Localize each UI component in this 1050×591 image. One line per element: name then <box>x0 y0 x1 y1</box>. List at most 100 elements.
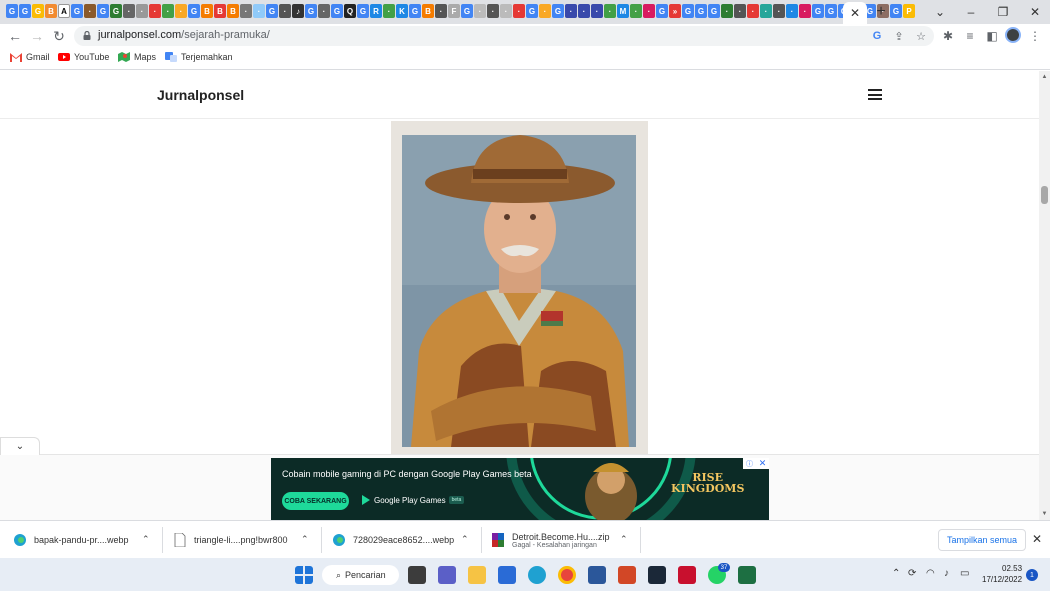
tab-favicon[interactable]: G <box>19 4 31 18</box>
minimize-button[interactable]: – <box>962 3 980 21</box>
tab-favicon[interactable]: Q <box>344 4 356 18</box>
sync-icon[interactable]: ⟳ <box>908 568 916 579</box>
show-all-downloads-button[interactable]: Tampilkan semua <box>938 529 1026 551</box>
edge-icon[interactable] <box>528 566 546 584</box>
tab-favicon[interactable]: G <box>812 4 824 18</box>
tab-favicon[interactable]: · <box>136 4 148 18</box>
mcafee-icon[interactable] <box>678 566 696 584</box>
tab-favicon[interactable]: B <box>45 4 57 18</box>
hamburger-menu-icon[interactable] <box>868 89 882 100</box>
tab-favicon[interactable]: · <box>799 4 811 18</box>
tab-favicon[interactable]: · <box>383 4 395 18</box>
tab-favicon[interactable]: · <box>513 4 525 18</box>
scrollbar-thumb[interactable] <box>1041 186 1048 204</box>
extensions-puzzle-icon[interactable]: ✱ <box>939 27 957 45</box>
chevron-up-icon[interactable]: ⌃ <box>461 534 469 545</box>
download-item[interactable]: 728029eace8652....webp <box>333 521 454 559</box>
tab-favicon[interactable]: · <box>747 4 759 18</box>
tab-favicon[interactable]: · <box>149 4 161 18</box>
side-panel-icon[interactable]: ◧ <box>983 27 1001 45</box>
profile-avatar[interactable] <box>1005 27 1021 43</box>
powerpoint-icon[interactable] <box>618 566 636 584</box>
tab-favicon[interactable]: G <box>552 4 564 18</box>
tab-favicon[interactable]: · <box>487 4 499 18</box>
tab-favicon[interactable]: M <box>617 4 629 18</box>
tab-favicon[interactable]: F <box>448 4 460 18</box>
tab-favicon[interactable]: · <box>565 4 577 18</box>
bookmark-youtube[interactable]: YouTube <box>58 52 109 62</box>
chevron-up-icon[interactable]: ⌃ <box>301 534 309 545</box>
tab-search-icon[interactable]: ⌄ <box>931 3 949 21</box>
ad-info-icon[interactable]: ⓘ <box>743 458 756 469</box>
file-explorer-icon[interactable] <box>468 566 486 584</box>
tab-favicon[interactable]: · <box>162 4 174 18</box>
tab-favicon[interactable]: · <box>604 4 616 18</box>
tab-favicon[interactable]: · <box>786 4 798 18</box>
tab-favicon[interactable]: » <box>669 4 681 18</box>
chevron-up-icon[interactable]: ⌃ <box>142 534 150 545</box>
google-lens-icon[interactable]: G <box>869 28 885 44</box>
close-window-button[interactable]: ✕ <box>1026 3 1044 21</box>
wifi-icon[interactable]: ◠ <box>926 568 935 579</box>
tab-favicon[interactable]: B <box>422 4 434 18</box>
tab-favicon[interactable]: B <box>214 4 226 18</box>
tab-favicon[interactable]: A <box>58 4 70 18</box>
download-item[interactable]: bapak-pandu-pr....webp <box>14 521 129 559</box>
tab-favicon[interactable]: G <box>357 4 369 18</box>
restore-button[interactable]: ❐ <box>994 3 1012 21</box>
active-tab[interactable]: ✕ <box>843 2 867 24</box>
tab-favicon[interactable]: G <box>188 4 200 18</box>
close-tab-icon[interactable]: ✕ <box>850 6 860 20</box>
tab-favicon[interactable]: G <box>97 4 109 18</box>
tab-favicon[interactable]: G <box>331 4 343 18</box>
app-icon[interactable] <box>498 566 516 584</box>
tab-favicon[interactable]: · <box>578 4 590 18</box>
tab-favicon[interactable]: · <box>760 4 772 18</box>
url-text[interactable]: jurnalponsel.com/sejarah-pramuka/ <box>98 29 270 41</box>
reading-list-icon[interactable]: ≡ <box>961 27 979 45</box>
tab-favicon[interactable]: · <box>435 4 447 18</box>
tab-favicon[interactable]: G <box>266 4 278 18</box>
tab-favicon[interactable]: G <box>409 4 421 18</box>
ad-cta-button[interactable]: COBA SEKARANG <box>282 492 349 510</box>
scroll-up-icon[interactable]: ▲ <box>1041 74 1048 80</box>
tab-favicon[interactable]: · <box>630 4 642 18</box>
tab-favicon[interactable]: G <box>656 4 668 18</box>
lock-icon[interactable] <box>83 31 91 40</box>
chevron-up-icon[interactable]: ⌃ <box>620 534 628 545</box>
tab-favicon[interactable]: K <box>396 4 408 18</box>
tab-favicon[interactable]: · <box>318 4 330 18</box>
tab-favicon[interactable]: G <box>110 4 122 18</box>
tab-favicon[interactable]: G <box>6 4 18 18</box>
tab-favicon[interactable]: ♪ <box>292 4 304 18</box>
tab-favicon[interactable]: · <box>279 4 291 18</box>
forward-arrow-icon[interactable]: → <box>28 27 46 45</box>
share-icon[interactable]: ⇪ <box>891 28 907 44</box>
tab-favicon[interactable]: G <box>71 4 83 18</box>
download-item-failed[interactable]: Detroit.Become.Hu....zip Gagal - Kesalah… <box>492 521 610 559</box>
taskbar-search[interactable]: ⌕ Pencarian <box>322 565 399 585</box>
tab-favicon[interactable]: B <box>227 4 239 18</box>
teams-chat-icon[interactable] <box>438 566 456 584</box>
google-play-games-ad[interactable]: Cobain mobile gaming di PC dengan Google… <box>271 458 769 520</box>
tab-favicon[interactable]: · <box>474 4 486 18</box>
steam-icon[interactable] <box>648 566 666 584</box>
tab-favicon[interactable]: R <box>370 4 382 18</box>
word-icon[interactable] <box>588 566 606 584</box>
tab-favicon[interactable]: G <box>695 4 707 18</box>
tab-favicon[interactable]: G <box>32 4 44 18</box>
address-bar[interactable]: jurnalponsel.com/sejarah-pramuka/ G ⇪ ☆ <box>74 26 934 46</box>
tab-favicon[interactable]: · <box>175 4 187 18</box>
site-title[interactable]: Jurnalponsel <box>157 87 244 103</box>
collapse-ad-chevron-icon[interactable]: ⌄ <box>0 437 40 455</box>
bookmark-star-icon[interactable]: ☆ <box>913 28 929 44</box>
bookmark-maps[interactable]: Maps <box>118 52 156 62</box>
tab-favicon[interactable]: · <box>773 4 785 18</box>
bookmark-translate[interactable]: Terjemahkan <box>165 52 233 62</box>
close-shelf-icon[interactable]: ✕ <box>1032 532 1042 546</box>
tab-favicon[interactable]: · <box>539 4 551 18</box>
tab-favicon[interactable]: · <box>240 4 252 18</box>
download-item[interactable]: triangle-li....png!bwr800 <box>174 521 288 559</box>
page-scrollbar[interactable]: ▲ ▼ <box>1039 71 1050 520</box>
new-tab-button[interactable]: + <box>872 3 890 21</box>
